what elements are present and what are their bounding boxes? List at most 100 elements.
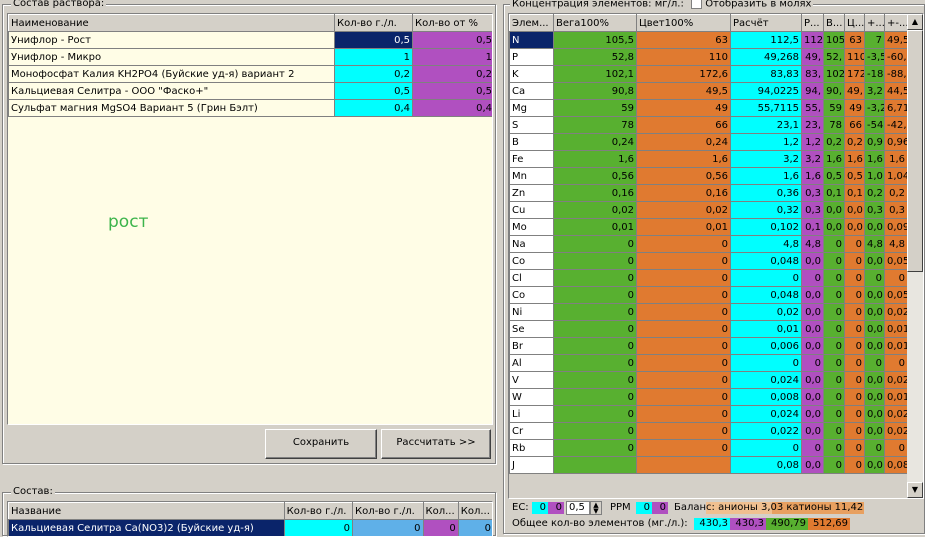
- element-symbol[interactable]: N: [509, 31, 554, 49]
- element-value[interactable]: 83,83: [730, 65, 802, 83]
- concentration-grid[interactable]: Элем... Вега100% Цвет100% Расчёт Р... В... Ц..…: [508, 13, 924, 499]
- comp-col-g2[interactable]: Кол-во г./л.: [352, 502, 424, 520]
- comp-col-name[interactable]: Название: [8, 502, 285, 520]
- element-value[interactable]: 0: [801, 354, 824, 372]
- element-symbol[interactable]: Cr: [509, 422, 554, 440]
- element-value[interactable]: 0: [844, 337, 865, 355]
- element-value[interactable]: 23,1: [730, 116, 802, 134]
- element-value[interactable]: 0: [730, 269, 802, 287]
- element-value[interactable]: 0: [864, 354, 885, 372]
- element-value[interactable]: 1,2: [801, 133, 824, 151]
- element-value[interactable]: -18: [864, 65, 885, 83]
- element-value[interactable]: 49,: [801, 48, 824, 66]
- element-value[interactable]: 0,2: [823, 133, 845, 151]
- element-value[interactable]: 0: [844, 320, 865, 338]
- element-value[interactable]: 66: [844, 116, 865, 134]
- solution-cell-pct[interactable]: 0,5: [412, 82, 492, 100]
- element-value[interactable]: 59: [553, 99, 637, 117]
- element-value[interactable]: 0,048: [730, 286, 802, 304]
- element-value[interactable]: 0,24: [553, 133, 637, 151]
- element-value[interactable]: 0: [636, 405, 731, 423]
- element-value[interactable]: 105: [823, 31, 845, 49]
- element-value[interactable]: 94,0225: [730, 82, 802, 100]
- element-symbol[interactable]: Na: [509, 235, 554, 253]
- element-value[interactable]: 0,2: [884, 184, 908, 202]
- element-symbol[interactable]: Zn: [509, 184, 554, 202]
- element-value[interactable]: 49: [636, 99, 731, 117]
- element-value[interactable]: 78: [823, 116, 845, 134]
- element-value[interactable]: 105,5: [553, 31, 637, 49]
- element-value[interactable]: 0: [844, 388, 865, 406]
- solution-row[interactable]: Монофосфат Калия KH2PO4 (Буйские уд-я) в…: [8, 65, 492, 83]
- element-row[interactable]: Br 0 0 0,006 0,0 0 0 0,0 0,01: [509, 337, 908, 355]
- element-value[interactable]: 6,71: [884, 99, 908, 117]
- element-symbol[interactable]: Rb: [509, 439, 554, 457]
- comp-col-g1[interactable]: Кол-во г./л.: [283, 502, 354, 520]
- element-row[interactable]: Co 0 0 0,048 0,0 0 0 0,0 0,05: [509, 286, 908, 304]
- element-value[interactable]: 0: [636, 286, 731, 304]
- element-value[interactable]: 0,1: [823, 184, 845, 202]
- element-value[interactable]: 0: [844, 405, 865, 423]
- comp-cell-name[interactable]: Кальциевая Селитра Ca(NO3)2 (Буйские уд-…: [8, 519, 285, 536]
- element-value[interactable]: 0: [636, 269, 731, 287]
- element-value[interactable]: 0: [823, 235, 845, 253]
- element-value[interactable]: 1,6: [730, 167, 802, 185]
- element-value[interactable]: 0,022: [730, 422, 802, 440]
- solution-cell-g[interactable]: 0,5: [334, 31, 413, 49]
- element-value[interactable]: 0: [844, 422, 865, 440]
- element-value[interactable]: 0,0: [864, 286, 885, 304]
- element-value[interactable]: 0,0: [801, 388, 824, 406]
- element-value[interactable]: 0,0: [844, 218, 865, 236]
- conc-col-header[interactable]: Вега100%: [553, 14, 637, 32]
- solution-cell-name[interactable]: Унифлор - Рост: [8, 31, 335, 49]
- element-value[interactable]: 0,05: [884, 252, 908, 270]
- element-value[interactable]: 0: [844, 235, 865, 253]
- element-value[interactable]: 0: [844, 286, 865, 304]
- element-value[interactable]: 0,0: [823, 201, 845, 219]
- solution-cell-name[interactable]: Кальциевая Селитра - ООО "Фаско+": [8, 82, 335, 100]
- element-value[interactable]: 66: [636, 116, 731, 134]
- comp-cell-c[interactable]: 0: [422, 519, 459, 536]
- element-value[interactable]: 0,96: [884, 133, 908, 151]
- solution-cell-pct[interactable]: 0,2: [412, 65, 492, 83]
- element-value[interactable]: 0,0: [801, 320, 824, 338]
- element-value[interactable]: 102,1: [553, 65, 637, 83]
- element-value[interactable]: 0: [844, 354, 865, 372]
- element-value[interactable]: 0,02: [553, 201, 637, 219]
- element-value[interactable]: 63: [844, 31, 865, 49]
- element-symbol[interactable]: Se: [509, 320, 554, 338]
- element-value[interactable]: 0,02: [884, 371, 908, 389]
- element-value[interactable]: 112: [801, 31, 824, 49]
- scroll-up-button[interactable]: ▲: [907, 14, 923, 30]
- element-value[interactable]: 0: [553, 354, 637, 372]
- element-value[interactable]: 0: [636, 320, 731, 338]
- element-symbol[interactable]: Mo: [509, 218, 554, 236]
- element-value[interactable]: 1,6: [864, 150, 885, 168]
- element-symbol[interactable]: Cu: [509, 201, 554, 219]
- element-value[interactable]: 0,3: [801, 184, 824, 202]
- element-symbol[interactable]: Fe: [509, 150, 554, 168]
- element-value[interactable]: 3,2: [801, 150, 824, 168]
- element-value[interactable]: 0,0: [864, 371, 885, 389]
- element-value[interactable]: 3,2: [864, 82, 885, 100]
- element-value[interactable]: 0,0: [844, 201, 865, 219]
- element-value[interactable]: -42,: [884, 116, 908, 134]
- element-value[interactable]: 0,02: [884, 303, 908, 321]
- element-value[interactable]: 0,006: [730, 337, 802, 355]
- element-value[interactable]: 0,01: [884, 320, 908, 338]
- element-value[interactable]: 0,0: [801, 405, 824, 423]
- element-value[interactable]: 49,5: [636, 82, 731, 100]
- element-value[interactable]: -88,: [884, 65, 908, 83]
- element-value[interactable]: 0: [553, 422, 637, 440]
- element-value[interactable]: 4,8: [801, 235, 824, 253]
- element-value[interactable]: 90,8: [553, 82, 637, 100]
- element-value[interactable]: 0: [844, 456, 865, 474]
- solution-cell-g[interactable]: 0,5: [334, 82, 413, 100]
- element-value[interactable]: -3,2: [864, 99, 885, 117]
- element-symbol[interactable]: K: [509, 65, 554, 83]
- show-moles-label[interactable]: Отобразить в молях: [705, 0, 811, 10]
- element-value[interactable]: 0,008: [730, 388, 802, 406]
- element-value[interactable]: 0,0: [801, 337, 824, 355]
- element-value[interactable]: 0: [553, 388, 637, 406]
- element-row[interactable]: S 78 66 23,1 23, 78 66 -54 -42,: [509, 116, 908, 134]
